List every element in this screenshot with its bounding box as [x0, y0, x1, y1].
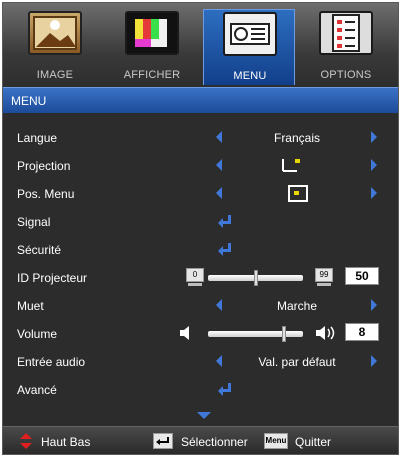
- arrow-left-icon[interactable]: [216, 355, 222, 367]
- item-label: Volume: [17, 327, 58, 341]
- nav-hint: Haut Bas: [41, 435, 91, 449]
- projection-mode-icon: [281, 157, 303, 180]
- image-icon: [28, 11, 82, 55]
- arrow-left-icon[interactable]: [216, 299, 222, 311]
- enter-icon[interactable]: [218, 243, 232, 256]
- tab-label: IMAGE: [36, 69, 74, 81]
- tab-label: OPTIONS: [320, 69, 372, 81]
- slider-min-label: 0: [186, 268, 204, 286]
- volume-slider-handle[interactable]: [282, 326, 286, 342]
- item-label: Sécurité: [17, 243, 62, 257]
- item-label: Projection: [17, 159, 71, 173]
- tab-bar: IMAGE AFFICHER MENU OPTIONS: [3, 3, 398, 87]
- arrow-left-icon[interactable]: [216, 159, 222, 171]
- volume-slider-track[interactable]: [208, 331, 303, 337]
- item-value: Marche: [276, 299, 317, 313]
- arrow-right-icon[interactable]: [371, 299, 377, 311]
- arrow-right-icon[interactable]: [371, 131, 377, 143]
- enter-key-icon: [153, 433, 173, 449]
- footer-hint-bar: Haut Bas Sélectionner Menu Quitter: [3, 426, 398, 454]
- menu-item-signal[interactable]: Signal: [3, 207, 398, 235]
- up-down-icon: [19, 433, 33, 454]
- select-hint: Sélectionner: [181, 435, 248, 449]
- enter-icon[interactable]: [218, 383, 232, 396]
- item-label: Entrée audio: [17, 355, 86, 369]
- tab-label: AFFICHER: [123, 69, 181, 81]
- menu-item-muet[interactable]: Muet Marche: [3, 291, 398, 319]
- item-value: Val. par défaut: [258, 355, 336, 369]
- item-label: Avancé: [17, 383, 57, 397]
- volume-value-box: 8: [345, 323, 379, 341]
- item-label: Muet: [17, 299, 44, 313]
- arrow-right-icon[interactable]: [371, 159, 377, 171]
- projector-icon: [223, 12, 277, 56]
- display-icon: [125, 11, 179, 55]
- tab-menu[interactable]: MENU: [203, 9, 295, 85]
- item-label: ID Projecteur: [17, 271, 88, 285]
- enter-icon[interactable]: [218, 215, 232, 228]
- arrow-right-icon[interactable]: [371, 355, 377, 367]
- arrow-right-icon[interactable]: [371, 187, 377, 199]
- arrow-left-icon[interactable]: [216, 187, 222, 199]
- tab-image[interactable]: IMAGE: [9, 9, 101, 85]
- quit-hint: Quitter: [295, 435, 332, 449]
- item-label: Pos. Menu: [17, 187, 75, 201]
- osd-menu: IMAGE AFFICHER MENU OPTIONS MENU Langue …: [2, 2, 399, 455]
- menu-header: MENU: [3, 87, 398, 113]
- arrow-left-icon[interactable]: [216, 131, 222, 143]
- menu-item-langue[interactable]: Langue Français: [3, 123, 398, 151]
- menu-item-id-projecteur[interactable]: ID Projecteur 0 99 50: [3, 263, 398, 291]
- tab-options[interactable]: OPTIONS: [300, 9, 392, 85]
- menu-item-avance[interactable]: Avancé: [3, 375, 398, 403]
- menu-item-projection[interactable]: Projection: [3, 151, 398, 179]
- item-label: Signal: [17, 215, 51, 229]
- scroll-down-icon[interactable]: [197, 412, 211, 419]
- slider-max-label: 99: [315, 268, 333, 286]
- menu-item-volume[interactable]: Volume 8: [3, 319, 398, 347]
- options-icon: [319, 11, 373, 55]
- id-slider-handle[interactable]: [253, 270, 258, 286]
- item-value: Français: [273, 131, 320, 145]
- item-label: Langue: [17, 131, 58, 145]
- id-value-box: 50: [345, 267, 379, 285]
- tab-label: MENU: [233, 70, 267, 82]
- speaker-low-icon: [179, 325, 193, 346]
- menu-position-icon: [288, 185, 308, 208]
- menu-title: MENU: [11, 94, 47, 108]
- tab-afficher[interactable]: AFFICHER: [106, 9, 198, 85]
- menu-item-pos-menu[interactable]: Pos. Menu: [3, 179, 398, 207]
- menu-item-securite[interactable]: Sécurité: [3, 235, 398, 263]
- speaker-high-icon: [315, 325, 337, 346]
- menu-item-entree-audio[interactable]: Entrée audio Val. par défaut: [3, 347, 398, 375]
- menu-key-icon: Menu: [264, 433, 288, 449]
